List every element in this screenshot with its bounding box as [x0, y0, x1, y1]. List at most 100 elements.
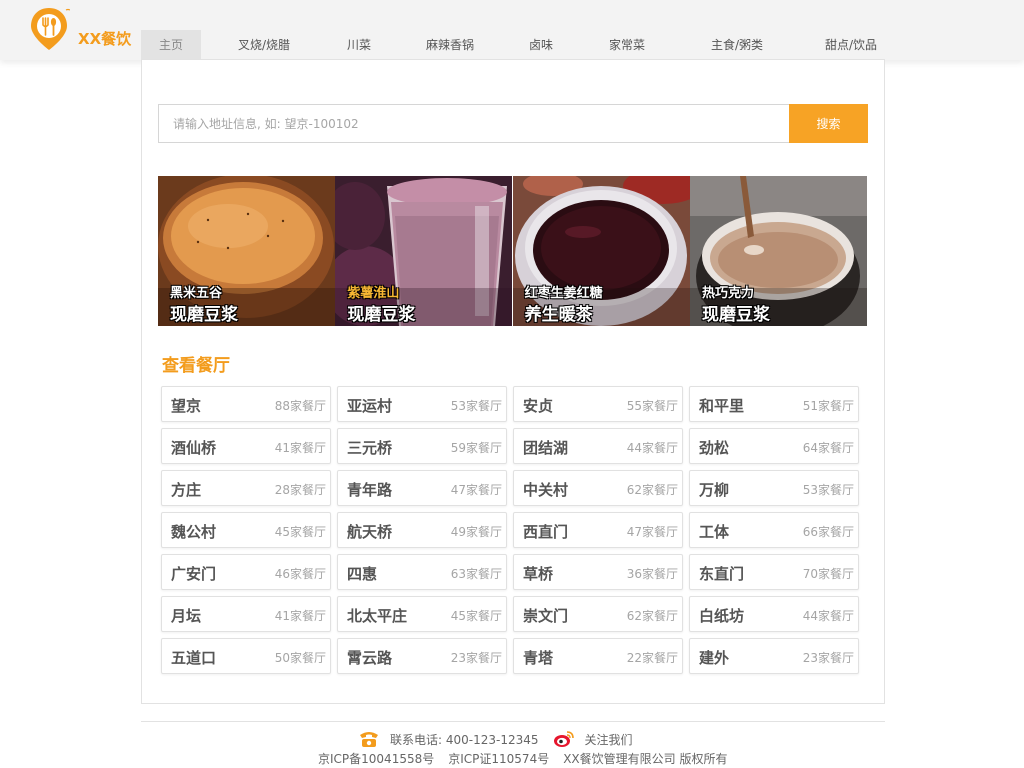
area-item[interactable]: 亚运村 53家餐厅: [337, 386, 507, 422]
banner-black-rice-soymilk[interactable]: 黑米五谷 现磨豆浆: [158, 176, 335, 326]
restaurant-count: 22家餐厅: [626, 651, 678, 665]
area-item[interactable]: 青年路 47家餐厅: [337, 470, 507, 506]
area-item[interactable]: 安贞 55家餐厅: [513, 386, 683, 422]
restaurant-count: 53家餐厅: [450, 399, 502, 413]
area-item[interactable]: 方庄 28家餐厅: [161, 470, 331, 506]
follow-label: 关注我们: [584, 732, 633, 747]
area-name: 建外: [699, 649, 730, 667]
nav-item-0[interactable]: 主页: [141, 30, 201, 60]
section-title: 查看餐厅: [162, 356, 230, 376]
area-item[interactable]: 建外 23家餐厅: [689, 638, 859, 674]
footer-divider: [141, 721, 885, 722]
icp-record: 京ICP备10041558号: [318, 752, 435, 766]
area-item[interactable]: 四惠 63家餐厅: [337, 554, 507, 590]
area-item[interactable]: 中关村 62家餐厅: [513, 470, 683, 506]
nav-item-3[interactable]: 麻辣香锅: [391, 30, 509, 60]
area-item[interactable]: 劲松 64家餐厅: [689, 428, 859, 464]
restaurant-count: 66家餐厅: [802, 525, 854, 539]
area-name: 霄云路: [347, 649, 393, 667]
area-grid: 望京 88家餐厅 亚运村 53家餐厅 安贞 55家餐厅 和平里 51家餐厅 酒仙桥 41家餐厅 三元…: [161, 386, 861, 674]
area-name: 望京: [171, 397, 202, 415]
restaurant-count: 88家餐厅: [274, 399, 326, 413]
area-name: 和平里: [699, 397, 745, 415]
restaurant-count: 41家餐厅: [274, 441, 326, 455]
restaurant-count: 70家餐厅: [802, 567, 854, 581]
restaurant-count: 28家餐厅: [274, 483, 326, 497]
restaurant-count: 64家餐厅: [802, 441, 854, 455]
area-item[interactable]: 青塔 22家餐厅: [513, 638, 683, 674]
area-item[interactable]: 西直门 47家餐厅: [513, 512, 683, 548]
area-name: 魏公村: [171, 523, 217, 541]
area-item[interactable]: 北太平庄 45家餐厅: [337, 596, 507, 632]
area-item[interactable]: 草桥 36家餐厅: [513, 554, 683, 590]
restaurant-count: 46家餐厅: [274, 567, 326, 581]
contact-phone: 联系电话: 400-123-12345: [390, 732, 539, 747]
area-item[interactable]: 霄云路 23家餐厅: [337, 638, 507, 674]
banner-title: 现磨豆浆: [701, 305, 770, 325]
area-item[interactable]: 白纸坊 44家餐厅: [689, 596, 859, 632]
area-name: 青塔: [523, 649, 554, 667]
restaurant-count: 36家餐厅: [626, 567, 678, 581]
restaurant-count: 55家餐厅: [626, 399, 678, 413]
area-name: 航天桥: [347, 523, 393, 541]
nav-item-6[interactable]: 主食/粥类: [681, 30, 793, 60]
nav-item-1[interactable]: 叉烧/烧腊: [201, 30, 327, 60]
area-name: 北太平庄: [347, 607, 408, 625]
area-item[interactable]: 五道口 50家餐厅: [161, 638, 331, 674]
main-nav: 主页 叉烧/烧腊 川菜 麻辣香锅 卤味 家常菜 主食/粥类 甜点/饮品: [141, 30, 909, 60]
nav-item-2[interactable]: 川菜: [327, 30, 391, 60]
restaurant-count: 50家餐厅: [274, 651, 326, 665]
area-item[interactable]: 月坛 41家餐厅: [161, 596, 331, 632]
banner-subtitle: 紫薯淮山: [347, 286, 400, 301]
banner-title: 现磨豆浆: [170, 305, 238, 325]
promo-banners: 黑米五谷 现磨豆浆 紫薯淮山 现磨豆浆 红枣生姜红糖 养生暖茶 热巧克力 现磨豆…: [158, 176, 867, 326]
nav-item-4[interactable]: 卤味: [509, 30, 573, 60]
area-name: 四惠: [347, 565, 378, 583]
area-item[interactable]: 东直门 70家餐厅: [689, 554, 859, 590]
area-name: 劲松: [699, 439, 730, 457]
restaurant-count: 41家餐厅: [274, 609, 326, 623]
area-item[interactable]: 酒仙桥 41家餐厅: [161, 428, 331, 464]
area-name: 西直门: [523, 523, 569, 541]
address-search-input[interactable]: [158, 104, 790, 143]
area-name: 月坛: [171, 607, 202, 625]
area-item[interactable]: 魏公村 45家餐厅: [161, 512, 331, 548]
area-name: 酒仙桥: [171, 439, 217, 457]
logo[interactable]: XX餐饮: [28, 6, 138, 52]
area-item[interactable]: 和平里 51家餐厅: [689, 386, 859, 422]
area-item[interactable]: 工体 66家餐厅: [689, 512, 859, 548]
restaurant-count: 45家餐厅: [274, 525, 326, 539]
fork-spoon-pin-icon: [31, 8, 70, 50]
restaurant-count: 23家餐厅: [802, 651, 854, 665]
banner-purple-yam-soymilk[interactable]: 紫薯淮山 现磨豆浆: [335, 176, 513, 326]
footer-legal: 京ICP备10041558号 京ICP证110574号 XX餐饮管理有限公司 版…: [318, 750, 727, 767]
area-item[interactable]: 崇文门 62家餐厅: [513, 596, 683, 632]
restaurant-count: 59家餐厅: [450, 441, 502, 455]
brand-name: XX餐饮: [78, 30, 132, 48]
search-button[interactable]: 搜索: [789, 104, 868, 143]
banner-ginger-tea[interactable]: 红枣生姜红糖 养生暖茶: [512, 176, 690, 326]
area-item[interactable]: 望京 88家餐厅: [161, 386, 331, 422]
restaurant-count: 63家餐厅: [450, 567, 502, 581]
banner-hot-chocolate[interactable]: 热巧克力 现磨豆浆: [689, 176, 867, 326]
banner-subtitle: 黑米五谷: [170, 286, 223, 301]
restaurant-count: 45家餐厅: [450, 609, 502, 623]
area-name: 五道口: [171, 649, 217, 667]
area-name: 中关村: [523, 481, 569, 499]
restaurant-count: 47家餐厅: [450, 483, 502, 497]
follow-us[interactable]: 关注我们: [553, 730, 633, 748]
area-item[interactable]: 广安门 46家餐厅: [161, 554, 331, 590]
restaurant-count: 44家餐厅: [802, 609, 854, 623]
banner-subtitle: 热巧克力: [701, 286, 754, 301]
footer-contact: 联系电话: 400-123-12345 关注我们: [358, 729, 633, 749]
nav-item-7[interactable]: 甜点/饮品: [793, 30, 909, 60]
restaurant-count: 62家餐厅: [626, 609, 678, 623]
area-item[interactable]: 航天桥 49家餐厅: [337, 512, 507, 548]
area-item[interactable]: 团结湖 44家餐厅: [513, 428, 683, 464]
nav-item-5[interactable]: 家常菜: [573, 30, 681, 60]
area-name: 白纸坊: [699, 607, 745, 625]
area-item[interactable]: 三元桥 59家餐厅: [337, 428, 507, 464]
area-item[interactable]: 万柳 53家餐厅: [689, 470, 859, 506]
banner-subtitle: 红枣生姜红糖: [524, 286, 603, 301]
restaurant-count: 62家餐厅: [626, 483, 678, 497]
